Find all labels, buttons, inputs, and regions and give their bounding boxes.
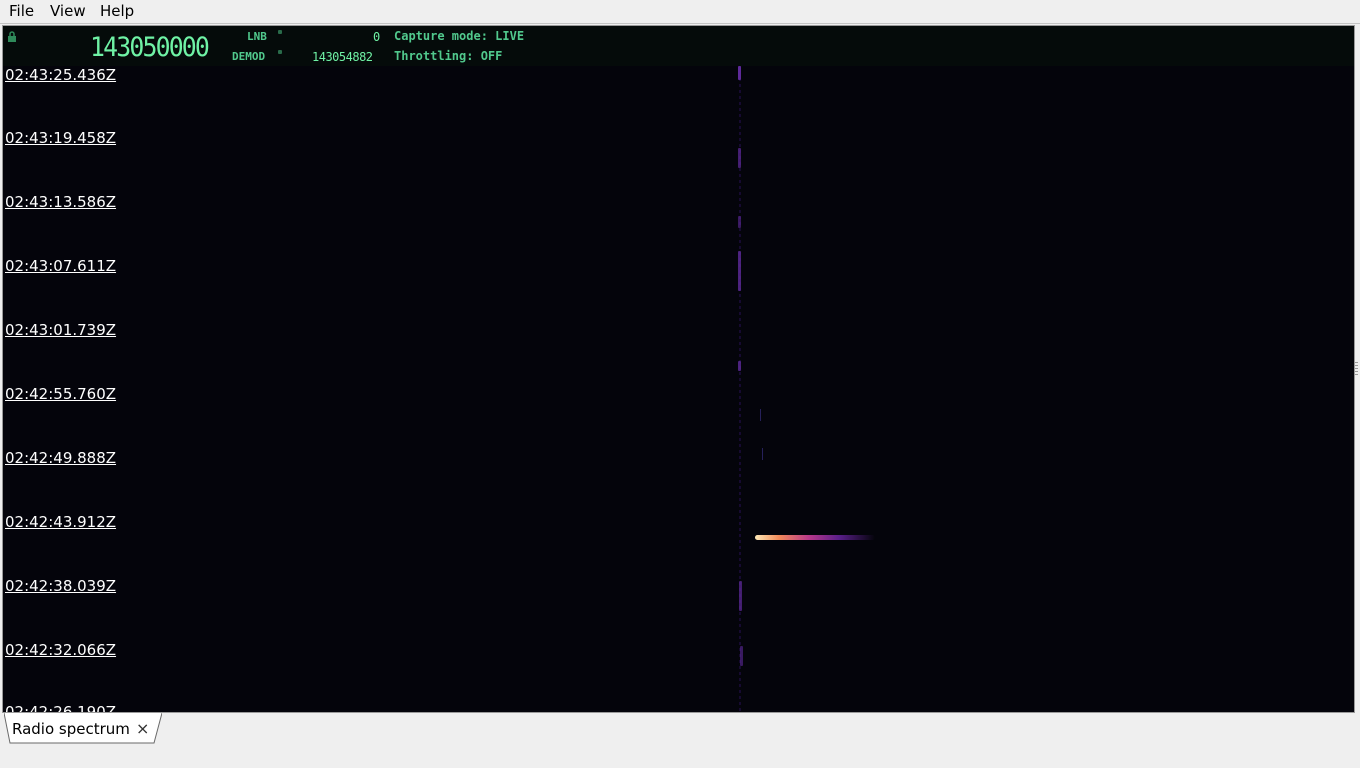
timestamp-label: 02:43:01.739Z — [5, 321, 117, 339]
faint-signal — [760, 409, 761, 421]
status-bar: 143050000 LNB 0 DEMOD 143054882 Capture … — [3, 26, 1354, 66]
menu-view[interactable]: View — [50, 2, 86, 20]
carrier-blob — [738, 361, 741, 371]
lnb-value[interactable]: 0 — [373, 30, 380, 44]
carrier-blob — [740, 646, 743, 666]
resize-handle[interactable] — [1355, 362, 1358, 376]
faint-signal — [762, 448, 763, 460]
close-icon[interactable]: × — [136, 719, 149, 738]
timestamp-label: 02:43:19.458Z — [5, 129, 117, 147]
menu-help-label: Help — [100, 2, 135, 20]
menu-file[interactable]: File — [9, 2, 34, 20]
timestamp-label: 02:43:25.436Z — [5, 66, 117, 84]
carrier-blob — [739, 581, 742, 611]
lnb-lock-icon — [278, 30, 282, 34]
tab-label: Radio spectrum — [12, 720, 130, 738]
timestamp-label: 02:42:43.912Z — [5, 513, 117, 531]
timestamp-label: 02:42:32.066Z — [5, 641, 117, 659]
menu-bar: File View Help — [0, 0, 1360, 22]
demod-value[interactable]: 143054882 — [312, 50, 373, 64]
demod-lock-icon — [278, 50, 282, 54]
timestamp-label: 02:43:13.586Z — [5, 193, 117, 211]
frequency-display[interactable]: 143050000 — [90, 32, 210, 63]
radio-spectrum-panel: 143050000 LNB 0 DEMOD 143054882 Capture … — [2, 25, 1355, 713]
menu-help[interactable]: Help — [100, 2, 134, 20]
waterfall-display[interactable]: 02:43:25.436Z 02:43:19.458Z 02:43:13.586… — [3, 66, 1354, 713]
lnb-label: LNB — [247, 30, 267, 43]
timestamp-label: 02:42:55.760Z — [5, 385, 117, 403]
carrier-blob — [738, 148, 741, 168]
demod-label: DEMOD — [232, 50, 266, 63]
timestamp-label: 02:42:26.190Z — [5, 703, 117, 713]
menu-file-label: File — [9, 2, 35, 20]
carrier-blob — [738, 251, 741, 291]
capture-mode: Capture mode: LIVE — [394, 29, 525, 43]
lock-icon — [8, 31, 16, 42]
carrier-blob — [738, 216, 741, 228]
timestamp-label: 02:43:07.611Z — [5, 257, 117, 275]
throttling-status: Throttling: OFF — [394, 49, 503, 63]
menu-separator — [0, 23, 1360, 24]
timestamp-label: 02:42:38.039Z — [5, 577, 117, 595]
timestamp-label: 02:42:49.888Z — [5, 449, 117, 467]
tab-radio-spectrum[interactable]: Radio spectrum × — [4, 713, 162, 744]
menu-view-label: View — [50, 2, 86, 20]
carrier-blob — [738, 66, 741, 80]
signal-burst — [755, 535, 875, 540]
